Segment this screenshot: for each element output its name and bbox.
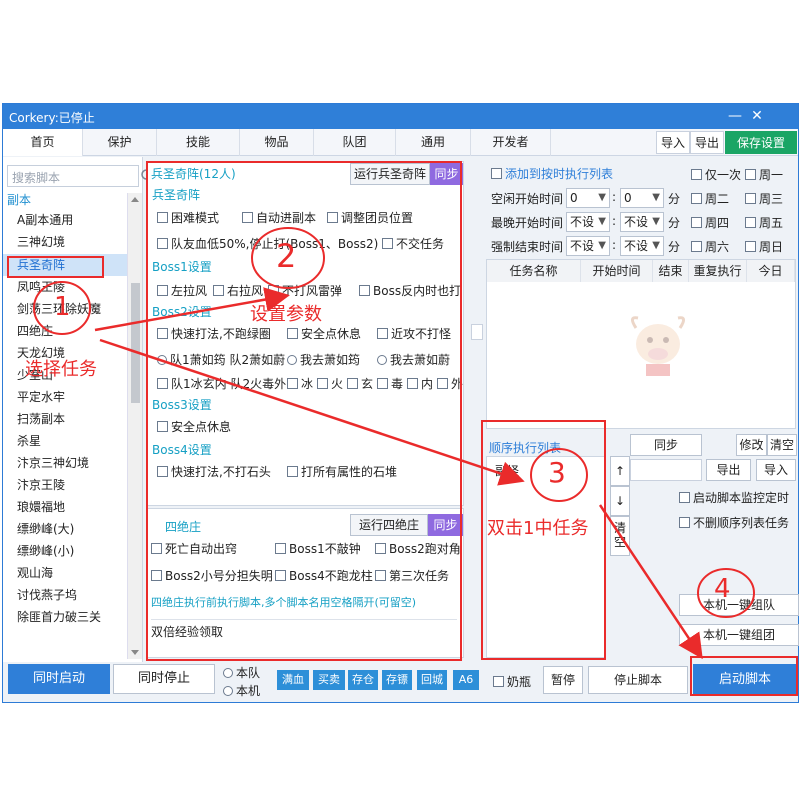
annotation-number-2: 2 xyxy=(276,237,297,275)
annotation-arrows xyxy=(33,227,755,660)
annotation-text-double-click: 双击1中任务 xyxy=(487,518,589,539)
arrow-to-start xyxy=(598,504,703,660)
arrow-to-sequence xyxy=(99,338,525,486)
annotation-number-1: 1 xyxy=(54,292,71,322)
annotation-number-4: 4 xyxy=(714,574,731,604)
annotation-number-3: 3 xyxy=(548,456,566,489)
annotation-text-set-params: 设置参数 xyxy=(250,304,322,325)
annotation-text-select-task: 选择任务 xyxy=(25,359,97,380)
